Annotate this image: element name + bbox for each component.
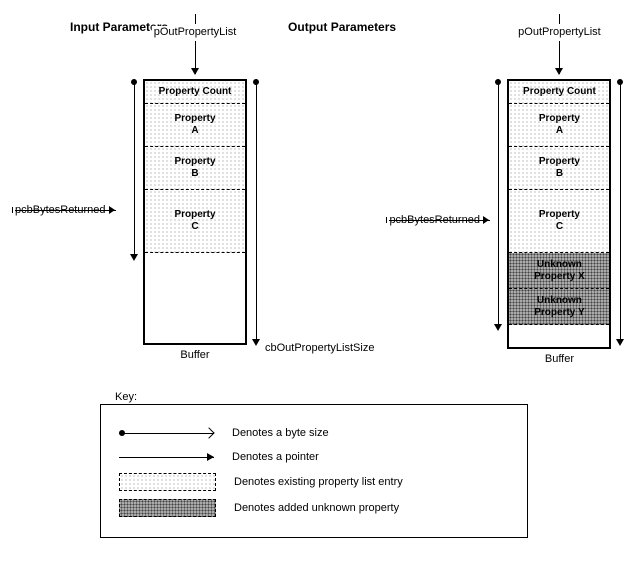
cell-empty: [145, 253, 245, 343]
diagrams-row: pcbBytesReturned pOutPropertyList Proper…: [10, 39, 618, 379]
label-pcbBytesReturned-out: pcbBytesReturned: [389, 214, 488, 226]
output-bytes-arrow: [493, 79, 503, 379]
input-full-arrow: [251, 79, 261, 379]
cell-empty-out: [509, 325, 609, 347]
key-row-added: Denotes added unknown property: [119, 499, 509, 517]
input-cb-label-col: cbOutPropertyListSize: [265, 39, 374, 354]
key-text-pointer: Denotes a pointer: [232, 451, 319, 463]
label-pOutPropertyList-in: pOutPropertyList: [152, 26, 239, 38]
output-buffer-wrap: pOutPropertyList Property Count Property…: [507, 39, 611, 349]
cell-property-a: Property A: [145, 104, 245, 147]
label-pOutPropertyList-out: pOutPropertyList: [516, 26, 603, 38]
input-bytes-arrow: [129, 79, 139, 379]
output-left-label-area: pcbBytesReturned: [389, 39, 489, 359]
label-pcbBytesReturned-in: pcbBytesReturned: [15, 204, 114, 216]
cell-property-count: Property Count: [145, 81, 245, 104]
cell-unknown-y: Unknown Property Y: [509, 289, 609, 325]
key-text-existing: Denotes existing property list entry: [234, 476, 403, 488]
key-symbol-added: [119, 499, 216, 517]
key-symbol-pointer: [119, 449, 214, 465]
key-symbol-existing: [119, 473, 216, 491]
output-buffer: Property Count Property A Property B Pro…: [507, 79, 611, 349]
key-title: Key:: [111, 391, 141, 403]
input-left-label-area: pcbBytesReturned: [15, 39, 125, 359]
key-symbol-bytesize: [119, 425, 214, 441]
cell-unknown-x: Unknown Property X: [509, 253, 609, 289]
key-row-pointer: Denotes a pointer: [119, 449, 509, 465]
label-buffer-out: Buffer: [545, 353, 574, 365]
key-legend: Key: Denotes a byte size Denotes a point…: [100, 404, 528, 538]
input-diagram: pcbBytesReturned pOutPropertyList Proper…: [15, 39, 374, 379]
output-full-arrow: [615, 79, 625, 379]
key-row-existing: Denotes existing property list entry: [119, 473, 509, 491]
key-row-bytesize: Denotes a byte size: [119, 425, 509, 441]
output-buffer-col: pOutPropertyList Property Count Property…: [507, 39, 611, 365]
key-text-bytesize: Denotes a byte size: [232, 427, 329, 439]
key-text-added: Denotes added unknown property: [234, 502, 399, 514]
cell-property-b: Property B: [145, 147, 245, 190]
cell-property-b-out: Property B: [509, 147, 609, 190]
cell-property-c-out: Property C: [509, 190, 609, 253]
input-buffer-col: pOutPropertyList Property Count Property…: [143, 39, 247, 361]
cell-property-a-out: Property A: [509, 104, 609, 147]
output-diagram: pcbBytesReturned pOutPropertyList Proper…: [389, 39, 628, 379]
cell-property-count-out: Property Count: [509, 81, 609, 104]
cell-property-c: Property C: [145, 190, 245, 253]
input-buffer: Property Count Property A Property B Pro…: [143, 79, 247, 345]
input-buffer-wrap: pOutPropertyList Property Count Property…: [143, 39, 247, 345]
label-cbOutPropertyListSize-in: cbOutPropertyListSize: [265, 342, 374, 354]
label-buffer-in: Buffer: [180, 349, 209, 361]
title-output: Output Parameters: [288, 20, 396, 34]
